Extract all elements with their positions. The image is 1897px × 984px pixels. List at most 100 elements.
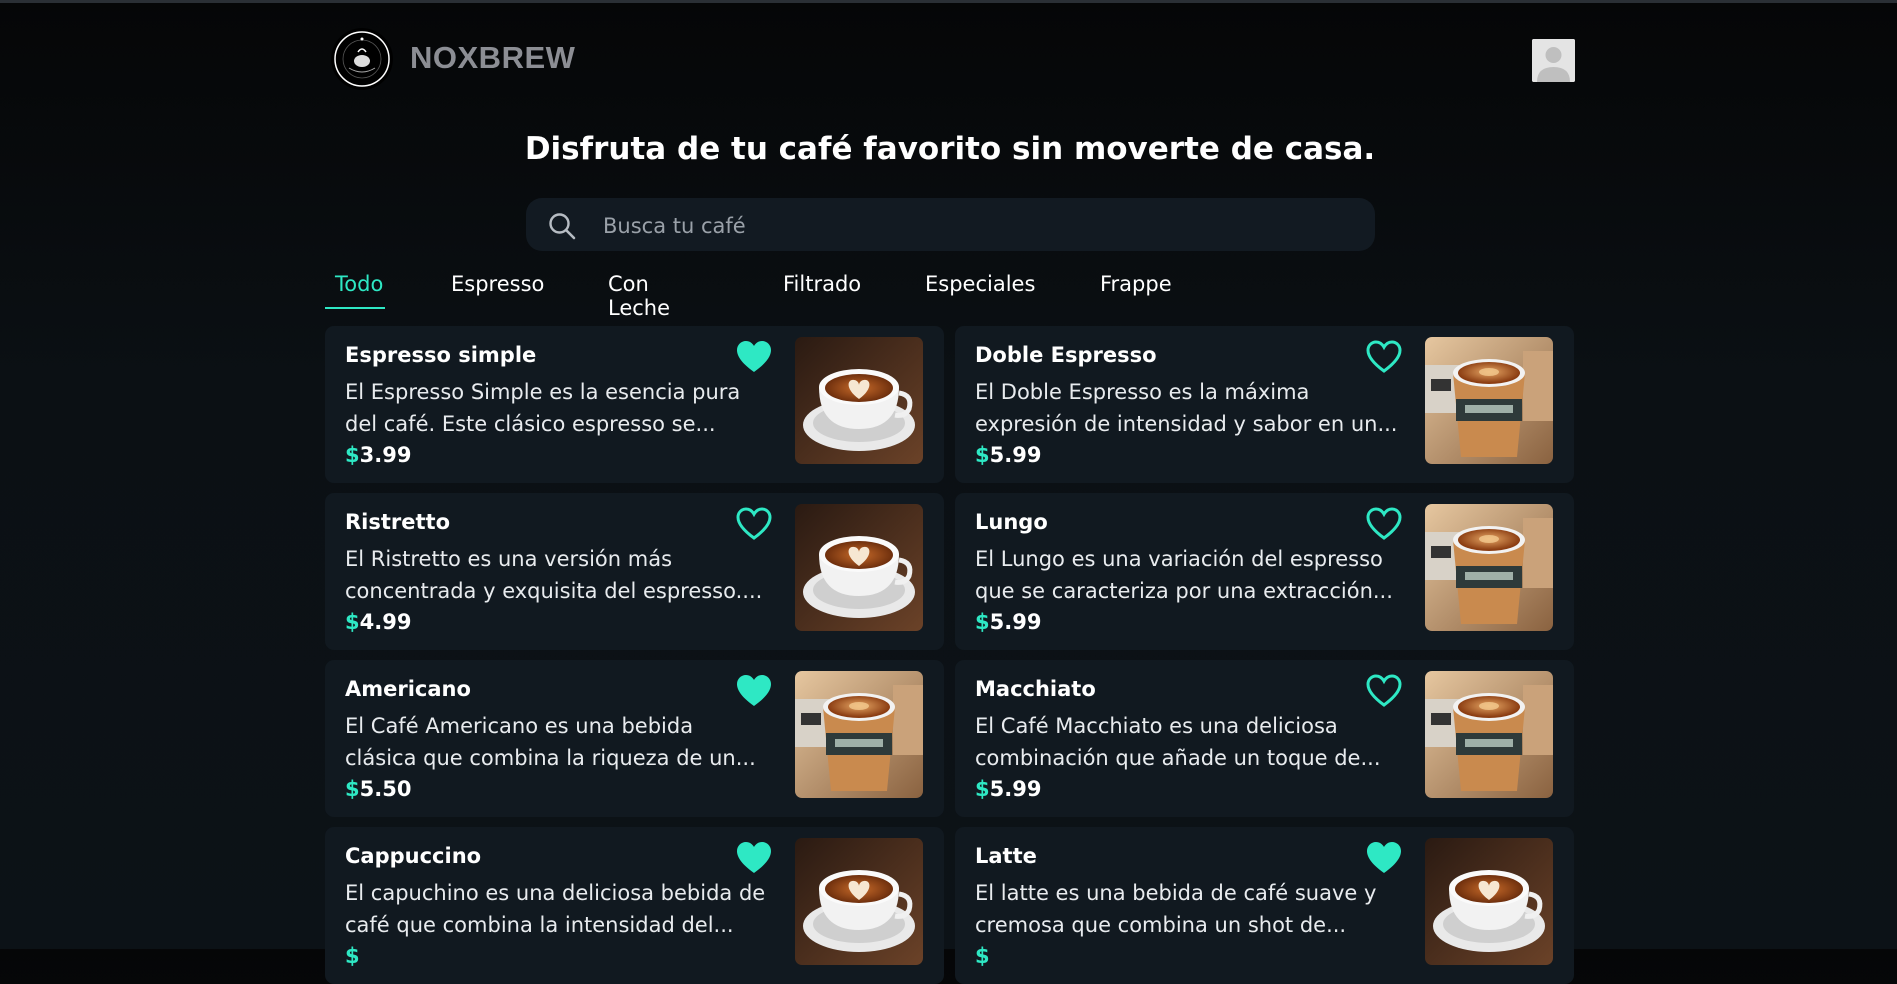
product-card[interactable]: Lungo El Lungo es una variación del espr… xyxy=(955,493,1574,650)
price-value: 5.99 xyxy=(989,777,1042,801)
product-card[interactable]: Doble Espresso El Doble Espresso es la m… xyxy=(955,326,1574,483)
product-description: El Ristretto es una versión más concentr… xyxy=(345,543,785,607)
favorite-heart-filled-icon[interactable] xyxy=(736,841,772,875)
favorite-heart-filled-icon[interactable] xyxy=(736,340,772,374)
product-price: $3.99 xyxy=(345,443,411,467)
product-image[interactable] xyxy=(1425,337,1553,464)
user-icon xyxy=(1532,39,1575,82)
tab-especiales[interactable]: Especiales xyxy=(925,272,1035,304)
latte-art-cup-image xyxy=(795,504,923,631)
search-icon xyxy=(549,213,576,240)
price-value: 5.99 xyxy=(989,443,1042,467)
product-name: Latte xyxy=(975,844,1037,868)
product-name: Americano xyxy=(345,677,471,701)
product-description-line: combinación que añade un toque de... xyxy=(975,746,1381,770)
latte-art-cup-image xyxy=(795,838,923,965)
product-description-line: concentrada y exquisita del espresso.... xyxy=(345,579,763,603)
product-description-line: El Doble Espresso es la máxima xyxy=(975,380,1310,404)
takeaway-cup-image xyxy=(1425,504,1553,631)
currency-symbol: $ xyxy=(345,610,360,634)
product-card[interactable]: Latte El latte es una bebida de café sua… xyxy=(955,827,1574,984)
product-description-line: expresión de intensidad y sabor en un... xyxy=(975,412,1398,436)
tab-con-leche[interactable]: Con Leche xyxy=(608,272,670,320)
product-card[interactable]: Cappuccino El capuchino es una deliciosa… xyxy=(325,827,944,984)
favorite-heart-outline-icon[interactable] xyxy=(1366,507,1402,541)
product-card[interactable]: Espresso simple El Espresso Simple es la… xyxy=(325,326,944,483)
product-name: Doble Espresso xyxy=(975,343,1157,367)
product-image[interactable] xyxy=(795,337,923,464)
favorite-heart-outline-icon[interactable] xyxy=(1366,674,1402,708)
product-image[interactable] xyxy=(795,838,923,965)
header: NOXBREW xyxy=(325,28,1575,94)
product-price: $4.99 xyxy=(345,610,411,634)
product-description-line: café que combina la intensidad del... xyxy=(345,913,734,937)
product-card[interactable]: Ristretto El Ristretto es una versión má… xyxy=(325,493,944,650)
favorite-heart-filled-icon[interactable] xyxy=(1366,841,1402,875)
coffee-logo-icon xyxy=(334,31,390,87)
tab-espresso[interactable]: Espresso xyxy=(451,272,544,304)
product-description: El capuchino es una deliciosa bebida de … xyxy=(345,877,785,941)
product-price: $5.99 xyxy=(975,610,1041,634)
product-description-line: El latte es una bebida de café suave y xyxy=(975,881,1377,905)
product-price: $5.99 xyxy=(975,443,1041,467)
currency-symbol: $ xyxy=(975,610,990,634)
product-description: El latte es una bebida de café suave y c… xyxy=(975,877,1415,941)
currency-symbol: $ xyxy=(345,944,360,968)
product-description: El Lungo es una variación del espresso q… xyxy=(975,543,1415,607)
brand-logo[interactable] xyxy=(331,28,393,90)
product-description-line: El Ristretto es una versión más xyxy=(345,547,673,571)
product-description-line: que se caracteriza por una extracción... xyxy=(975,579,1393,603)
product-description-line: El Café Americano es una bebida xyxy=(345,714,694,738)
product-description-line: cremosa que combina un shot de... xyxy=(975,913,1347,937)
latte-art-cup-image xyxy=(795,337,923,464)
product-card[interactable]: Macchiato El Café Macchiato es una delic… xyxy=(955,660,1574,817)
tab-frappe[interactable]: Frappe xyxy=(1100,272,1172,304)
currency-symbol: $ xyxy=(975,443,990,467)
price-value: 5.50 xyxy=(359,777,412,801)
product-description-line: El capuchino es una deliciosa bebida de xyxy=(345,881,766,905)
user-avatar[interactable] xyxy=(1532,39,1575,82)
product-description-line: El Café Macchiato es una deliciosa xyxy=(975,714,1338,738)
product-image[interactable] xyxy=(1425,838,1553,965)
page-headline: Disfruta de tu café favorito sin moverte… xyxy=(524,131,1376,167)
brand-name[interactable]: NOXBREW xyxy=(410,40,575,76)
takeaway-cup-image xyxy=(795,671,923,798)
product-name: Lungo xyxy=(975,510,1048,534)
favorite-heart-filled-icon[interactable] xyxy=(736,674,772,708)
product-description: El Espresso Simple es la esencia pura de… xyxy=(345,376,785,440)
product-description: El Café Americano es una bebida clásica … xyxy=(345,710,785,774)
product-name: Cappuccino xyxy=(345,844,482,868)
currency-symbol: $ xyxy=(975,944,990,968)
product-name: Espresso simple xyxy=(345,343,537,367)
currency-symbol: $ xyxy=(345,443,360,467)
product-image[interactable] xyxy=(1425,504,1553,631)
product-image[interactable] xyxy=(795,671,923,798)
product-description-line: clásica que combina la riqueza de un... xyxy=(345,746,756,770)
product-price: $5.99 xyxy=(975,777,1041,801)
takeaway-cup-image xyxy=(1425,671,1553,798)
product-description-line: El Lungo es una variación del espresso xyxy=(975,547,1383,571)
favorite-heart-outline-icon[interactable] xyxy=(1366,340,1402,374)
product-price: $ xyxy=(975,944,990,968)
product-description: El Café Macchiato es una deliciosa combi… xyxy=(975,710,1415,774)
takeaway-cup-image xyxy=(1425,337,1553,464)
product-image[interactable] xyxy=(1425,671,1553,798)
product-name: Ristretto xyxy=(345,510,451,534)
search-input[interactable] xyxy=(601,198,1365,253)
product-card[interactable]: Americano El Café Americano es una bebid… xyxy=(325,660,944,817)
tab-todo[interactable]: Todo xyxy=(324,272,386,309)
price-value: 4.99 xyxy=(359,610,412,634)
price-value: 5.99 xyxy=(989,610,1042,634)
product-description-line: del café. Este clásico espresso se... xyxy=(345,412,716,436)
currency-symbol: $ xyxy=(345,777,360,801)
latte-art-cup-image xyxy=(1425,838,1553,965)
top-border xyxy=(0,0,1897,3)
tab-filtrado[interactable]: Filtrado xyxy=(783,272,861,304)
product-description-line: El Espresso Simple es la esencia pura xyxy=(345,380,741,404)
product-image[interactable] xyxy=(795,504,923,631)
currency-symbol: $ xyxy=(975,777,990,801)
product-price: $5.50 xyxy=(345,777,411,801)
product-price: $ xyxy=(345,944,360,968)
favorite-heart-outline-icon[interactable] xyxy=(736,507,772,541)
search-bar[interactable] xyxy=(526,198,1375,253)
